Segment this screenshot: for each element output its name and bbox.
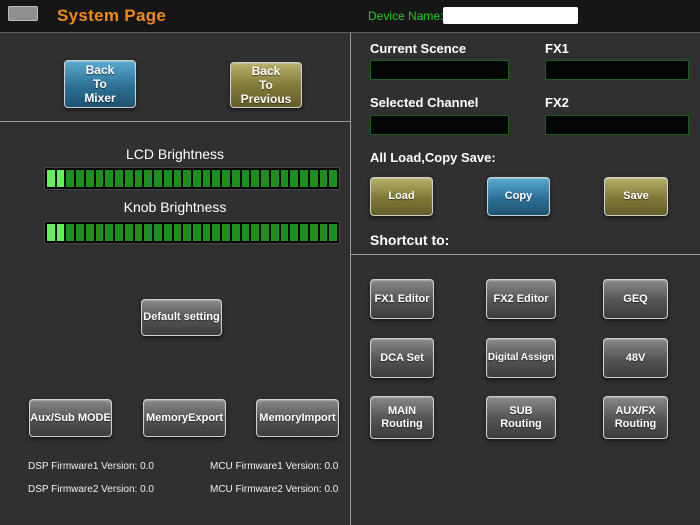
aux-sub-mode-button[interactable]: Aux/Sub MODE xyxy=(29,399,112,437)
selected-channel-value xyxy=(370,115,509,135)
sub-routing-button[interactable]: SUB Routing xyxy=(486,396,556,439)
load-button[interactable]: Load xyxy=(370,177,433,216)
knob-brightness-label: Knob Brightness xyxy=(123,199,227,215)
lcd-brightness-label: LCD Brightness xyxy=(125,146,225,162)
fx2-value xyxy=(545,115,689,135)
left-panel: Back To Mixer Back To Previous LCD Brigh… xyxy=(0,33,350,525)
fx2-editor-button[interactable]: FX2 Editor xyxy=(486,279,556,319)
copy-button[interactable]: Copy xyxy=(487,177,550,216)
mcu-firmware2-version: MCU Firmware2 Version: 0.0 xyxy=(210,484,339,495)
dca-set-button[interactable]: DCA Set xyxy=(370,338,434,378)
shortcut-to-label: Shortcut to: xyxy=(370,232,450,248)
fx2-label: FX2 xyxy=(545,95,569,110)
header-bar: System Page Device Name: xyxy=(0,0,700,33)
current-scene-value xyxy=(370,60,509,80)
fx1-value xyxy=(545,60,689,80)
save-button[interactable]: Save xyxy=(604,177,668,216)
shortcut-divider xyxy=(351,254,700,255)
fx1-label: FX1 xyxy=(545,41,569,56)
geq-button[interactable]: GEQ xyxy=(603,279,668,319)
digital-assign-button[interactable]: Digital Assign xyxy=(486,338,556,378)
header-indicator xyxy=(8,6,38,21)
48v-button[interactable]: 48V xyxy=(603,338,668,378)
right-panel: Current Scence FX1 Selected Channel FX2 … xyxy=(351,33,700,525)
all-load-copy-save-label: All Load,Copy Save: xyxy=(370,150,496,165)
aux-fx-routing-button[interactable]: AUX/FX Routing xyxy=(603,396,668,439)
page-title: System Page xyxy=(57,6,167,25)
current-scene-label: Current Scence xyxy=(370,41,467,56)
memory-import-button[interactable]: MemoryImport xyxy=(256,399,339,437)
back-to-previous-button[interactable]: Back To Previous xyxy=(230,62,302,108)
dsp-firmware1-version: DSP Firmware1 Version: 0.0 xyxy=(28,461,154,472)
main-routing-button[interactable]: MAIN Routing xyxy=(370,396,434,439)
system-page: System Page Device Name: Back To Mixer B… xyxy=(0,0,700,525)
knob-brightness-meter[interactable] xyxy=(44,221,340,244)
memory-export-button[interactable]: MemoryExport xyxy=(143,399,226,437)
left-section-divider xyxy=(0,121,350,122)
back-to-mixer-button[interactable]: Back To Mixer xyxy=(64,60,136,108)
dsp-firmware2-version: DSP Firmware2 Version: 0.0 xyxy=(28,484,154,495)
mcu-firmware1-version: MCU Firmware1 Version: 0.0 xyxy=(210,461,339,472)
lcd-brightness-meter[interactable] xyxy=(44,167,340,190)
device-name-label: Device Name: xyxy=(368,9,444,23)
selected-channel-label: Selected Channel xyxy=(370,95,479,110)
default-setting-button[interactable]: Default setting xyxy=(141,299,222,336)
device-name-input[interactable] xyxy=(443,7,578,24)
fx1-editor-button[interactable]: FX1 Editor xyxy=(370,279,434,319)
